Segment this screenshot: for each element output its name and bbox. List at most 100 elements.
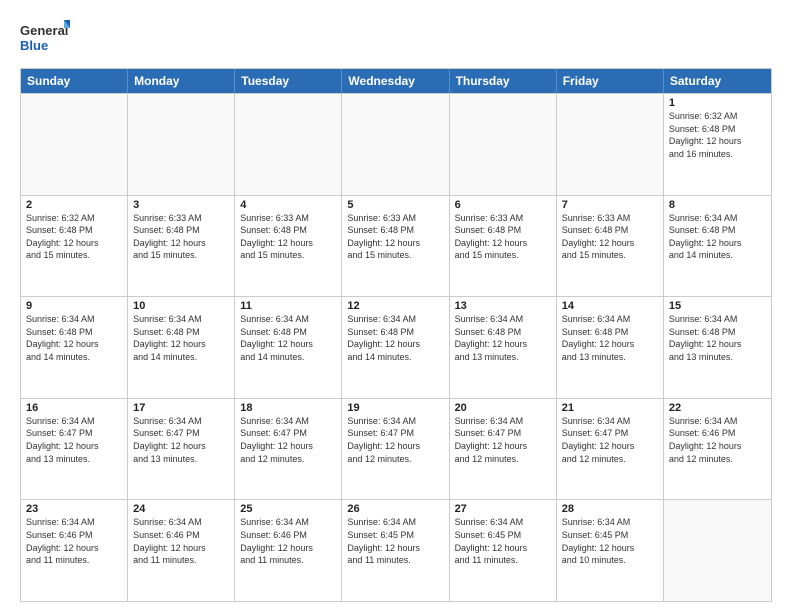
calendar-cell: 21Sunrise: 6:34 AM Sunset: 6:47 PM Dayli… (557, 399, 664, 500)
calendar-cell: 6Sunrise: 6:33 AM Sunset: 6:48 PM Daylig… (450, 196, 557, 297)
calendar-cell: 5Sunrise: 6:33 AM Sunset: 6:48 PM Daylig… (342, 196, 449, 297)
day-number: 2 (26, 199, 122, 211)
day-number: 25 (240, 503, 336, 515)
calendar-cell: 14Sunrise: 6:34 AM Sunset: 6:48 PM Dayli… (557, 297, 664, 398)
cell-info: Sunrise: 6:34 AM Sunset: 6:45 PM Dayligh… (455, 516, 551, 566)
day-number: 9 (26, 300, 122, 312)
cell-info: Sunrise: 6:34 AM Sunset: 6:47 PM Dayligh… (347, 415, 443, 465)
cell-info: Sunrise: 6:34 AM Sunset: 6:46 PM Dayligh… (240, 516, 336, 566)
cell-info: Sunrise: 6:34 AM Sunset: 6:46 PM Dayligh… (26, 516, 122, 566)
calendar-cell (128, 94, 235, 195)
cell-info: Sunrise: 6:33 AM Sunset: 6:48 PM Dayligh… (455, 212, 551, 262)
day-number: 21 (562, 402, 658, 414)
calendar-cell: 3Sunrise: 6:33 AM Sunset: 6:48 PM Daylig… (128, 196, 235, 297)
day-number: 27 (455, 503, 551, 515)
cell-info: Sunrise: 6:33 AM Sunset: 6:48 PM Dayligh… (133, 212, 229, 262)
calendar-header-cell: Monday (128, 69, 235, 93)
calendar-header-cell: Saturday (664, 69, 771, 93)
calendar-cell (557, 94, 664, 195)
calendar-cell: 12Sunrise: 6:34 AM Sunset: 6:48 PM Dayli… (342, 297, 449, 398)
cell-info: Sunrise: 6:32 AM Sunset: 6:48 PM Dayligh… (26, 212, 122, 262)
calendar-header-cell: Wednesday (342, 69, 449, 93)
cell-info: Sunrise: 6:34 AM Sunset: 6:48 PM Dayligh… (669, 212, 766, 262)
calendar-cell: 4Sunrise: 6:33 AM Sunset: 6:48 PM Daylig… (235, 196, 342, 297)
day-number: 3 (133, 199, 229, 211)
calendar-cell: 27Sunrise: 6:34 AM Sunset: 6:45 PM Dayli… (450, 500, 557, 601)
cell-info: Sunrise: 6:34 AM Sunset: 6:48 PM Dayligh… (455, 313, 551, 363)
cell-info: Sunrise: 6:34 AM Sunset: 6:48 PM Dayligh… (240, 313, 336, 363)
day-number: 10 (133, 300, 229, 312)
calendar-header-cell: Sunday (21, 69, 128, 93)
calendar-cell: 22Sunrise: 6:34 AM Sunset: 6:46 PM Dayli… (664, 399, 771, 500)
day-number: 20 (455, 402, 551, 414)
calendar-row: 16Sunrise: 6:34 AM Sunset: 6:47 PM Dayli… (21, 398, 771, 500)
day-number: 18 (240, 402, 336, 414)
calendar-row: 2Sunrise: 6:32 AM Sunset: 6:48 PM Daylig… (21, 195, 771, 297)
calendar-cell (21, 94, 128, 195)
logo-svg: General Blue (20, 18, 70, 58)
cell-info: Sunrise: 6:33 AM Sunset: 6:48 PM Dayligh… (562, 212, 658, 262)
calendar-cell: 13Sunrise: 6:34 AM Sunset: 6:48 PM Dayli… (450, 297, 557, 398)
calendar-cell (664, 500, 771, 601)
calendar-row: 23Sunrise: 6:34 AM Sunset: 6:46 PM Dayli… (21, 499, 771, 601)
cell-info: Sunrise: 6:34 AM Sunset: 6:46 PM Dayligh… (133, 516, 229, 566)
cell-info: Sunrise: 6:32 AM Sunset: 6:48 PM Dayligh… (669, 110, 766, 160)
calendar-cell: 26Sunrise: 6:34 AM Sunset: 6:45 PM Dayli… (342, 500, 449, 601)
calendar-cell: 10Sunrise: 6:34 AM Sunset: 6:48 PM Dayli… (128, 297, 235, 398)
calendar-cell: 8Sunrise: 6:34 AM Sunset: 6:48 PM Daylig… (664, 196, 771, 297)
calendar-header-cell: Friday (557, 69, 664, 93)
calendar-cell: 16Sunrise: 6:34 AM Sunset: 6:47 PM Dayli… (21, 399, 128, 500)
logo: General Blue (20, 18, 70, 58)
cell-info: Sunrise: 6:34 AM Sunset: 6:45 PM Dayligh… (562, 516, 658, 566)
calendar-cell: 18Sunrise: 6:34 AM Sunset: 6:47 PM Dayli… (235, 399, 342, 500)
calendar-cell (450, 94, 557, 195)
svg-text:General: General (20, 23, 68, 38)
calendar-cell: 1Sunrise: 6:32 AM Sunset: 6:48 PM Daylig… (664, 94, 771, 195)
calendar-cell: 25Sunrise: 6:34 AM Sunset: 6:46 PM Dayli… (235, 500, 342, 601)
calendar-header-row: SundayMondayTuesdayWednesdayThursdayFrid… (21, 69, 771, 93)
calendar-cell: 19Sunrise: 6:34 AM Sunset: 6:47 PM Dayli… (342, 399, 449, 500)
calendar-cell: 17Sunrise: 6:34 AM Sunset: 6:47 PM Dayli… (128, 399, 235, 500)
calendar-cell: 23Sunrise: 6:34 AM Sunset: 6:46 PM Dayli… (21, 500, 128, 601)
day-number: 5 (347, 199, 443, 211)
calendar: SundayMondayTuesdayWednesdayThursdayFrid… (20, 68, 772, 602)
day-number: 7 (562, 199, 658, 211)
cell-info: Sunrise: 6:34 AM Sunset: 6:48 PM Dayligh… (669, 313, 766, 363)
calendar-cell: 20Sunrise: 6:34 AM Sunset: 6:47 PM Dayli… (450, 399, 557, 500)
cell-info: Sunrise: 6:34 AM Sunset: 6:46 PM Dayligh… (669, 415, 766, 465)
day-number: 24 (133, 503, 229, 515)
cell-info: Sunrise: 6:34 AM Sunset: 6:47 PM Dayligh… (26, 415, 122, 465)
day-number: 15 (669, 300, 766, 312)
calendar-cell (235, 94, 342, 195)
calendar-cell: 7Sunrise: 6:33 AM Sunset: 6:48 PM Daylig… (557, 196, 664, 297)
day-number: 14 (562, 300, 658, 312)
day-number: 23 (26, 503, 122, 515)
day-number: 1 (669, 97, 766, 109)
day-number: 13 (455, 300, 551, 312)
cell-info: Sunrise: 6:34 AM Sunset: 6:48 PM Dayligh… (347, 313, 443, 363)
cell-info: Sunrise: 6:33 AM Sunset: 6:48 PM Dayligh… (347, 212, 443, 262)
calendar-row: 1Sunrise: 6:32 AM Sunset: 6:48 PM Daylig… (21, 93, 771, 195)
cell-info: Sunrise: 6:34 AM Sunset: 6:47 PM Dayligh… (562, 415, 658, 465)
day-number: 4 (240, 199, 336, 211)
cell-info: Sunrise: 6:34 AM Sunset: 6:48 PM Dayligh… (26, 313, 122, 363)
day-number: 6 (455, 199, 551, 211)
calendar-cell (342, 94, 449, 195)
day-number: 17 (133, 402, 229, 414)
calendar-header-cell: Tuesday (235, 69, 342, 93)
calendar-header-cell: Thursday (450, 69, 557, 93)
cell-info: Sunrise: 6:34 AM Sunset: 6:47 PM Dayligh… (133, 415, 229, 465)
calendar-cell: 11Sunrise: 6:34 AM Sunset: 6:48 PM Dayli… (235, 297, 342, 398)
day-number: 26 (347, 503, 443, 515)
day-number: 19 (347, 402, 443, 414)
day-number: 11 (240, 300, 336, 312)
cell-info: Sunrise: 6:34 AM Sunset: 6:48 PM Dayligh… (133, 313, 229, 363)
calendar-body: 1Sunrise: 6:32 AM Sunset: 6:48 PM Daylig… (21, 93, 771, 601)
day-number: 12 (347, 300, 443, 312)
header: General Blue (20, 18, 772, 58)
calendar-cell: 2Sunrise: 6:32 AM Sunset: 6:48 PM Daylig… (21, 196, 128, 297)
calendar-row: 9Sunrise: 6:34 AM Sunset: 6:48 PM Daylig… (21, 296, 771, 398)
calendar-cell: 15Sunrise: 6:34 AM Sunset: 6:48 PM Dayli… (664, 297, 771, 398)
day-number: 28 (562, 503, 658, 515)
cell-info: Sunrise: 6:34 AM Sunset: 6:48 PM Dayligh… (562, 313, 658, 363)
